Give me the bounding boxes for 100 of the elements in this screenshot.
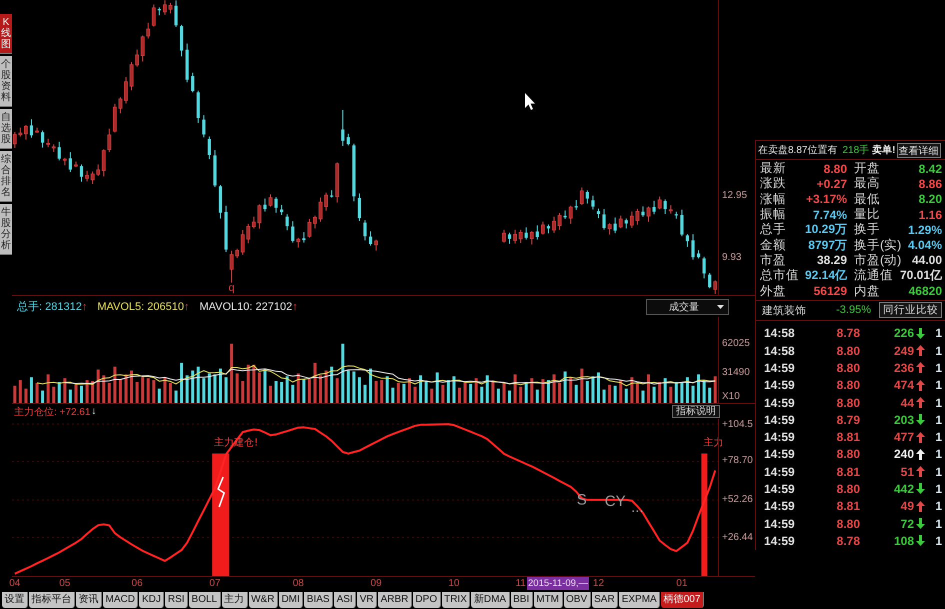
side-tab[interactable]: 个股资料 [0,56,12,107]
falling-candle [40,130,44,148]
rising-candle [313,215,317,229]
falling-candle [352,143,356,202]
indicator-reading: 主力仓位: +72.61 [14,406,90,418]
trend-arrow: ↑ [292,300,298,312]
indicator-tab[interactable]: TRIX [442,592,470,608]
indicator-tab[interactable]: 资讯 [76,592,102,608]
trend-arrow: ↑ [184,300,190,312]
price-axis-label: 9.93 [722,252,742,264]
tick-time: 14:59 [764,499,796,514]
tick-cell-text: 1 [935,482,943,496]
tick-price: 8.78 [836,534,860,548]
indicator-tab[interactable]: MACD [103,592,138,608]
indicator-tab[interactable]: W&R [248,592,278,608]
indicator-tab[interactable]: SAR [592,592,618,608]
indicator-tab[interactable]: BBI [510,592,533,608]
quote-label: 涨跌 [760,175,786,192]
x-tick-label: 09 [370,578,382,590]
indicator-tab[interactable]: BOLL [189,592,221,608]
quote-value: 8.20 [918,192,942,206]
falling-candle [68,152,72,173]
y-tick-label: +104.5 [722,419,753,431]
trend-arrow: ↓ [91,406,96,417]
falling-candle [186,43,189,83]
view-details-button[interactable]: 查看详细 [896,142,940,158]
x-tick-label: 12 [592,578,604,590]
order-notice-suffix: 卖单! [872,144,896,157]
tick-price: 8.81 [836,464,860,479]
tick-time: 14:59 [764,396,796,410]
quote-label: 量比 [854,206,880,222]
quote-value: 46820 [908,284,942,298]
side-tab[interactable]: 牛股分析 [0,204,12,255]
quote-label: 总手 [760,221,786,238]
rising-candle [335,162,340,203]
tick-time: 14:59 [764,534,796,548]
indicator-tab[interactable]: 设置 [2,592,28,608]
indicator-tab[interactable]: ARBR [378,592,412,608]
indicator-tab[interactable]: DPO [412,592,441,608]
x-tick-label: 06 [132,578,143,590]
order-volume: 218手 [842,144,870,157]
signal-label: 主力建仓! [214,437,258,448]
volume-unit-label: X10 [722,391,740,403]
indicator-tab[interactable]: RSI [165,592,188,608]
rising-candle [530,230,534,245]
x-tick-label: 05 [59,578,70,590]
indicator-tab[interactable]: KDJ [139,592,164,608]
indicator-tab[interactable]: VR [357,592,378,608]
quote-label: 最高 [854,175,880,192]
quote-value: 7.74% [812,208,847,222]
falling-candle [30,118,34,138]
rising-candle [630,211,634,228]
quote-value: 1.16 [918,208,942,222]
tick-price: 8.80 [836,516,860,531]
quote-label: 内盘 [854,282,880,300]
rising-candle [35,127,39,134]
indicator-tab[interactable]: DMI [278,592,304,608]
indicator-dropdown[interactable]: 成交量 [646,298,729,314]
indicator-help-button[interactable]: 指标说明 [672,405,720,418]
tick-time: 14:59 [764,482,796,496]
indicator-tab[interactable]: 主力 [222,592,248,608]
indicator-tab[interactable]: EXPMA [619,592,660,608]
industry-compare-button[interactable]: 同行业比较 [879,302,942,318]
quote-label: 换手 [854,221,880,238]
indicator-tab[interactable]: 新DMA [471,592,510,608]
quote-label: 市盈 [760,252,786,268]
side-tab[interactable]: 自选股 [0,109,12,149]
side-tab[interactable]: 综合排名 [0,151,12,202]
rising-candle [658,196,662,210]
quote-label: 最低 [854,190,880,208]
tick-volume: 49 [900,499,914,514]
falling-candle [624,218,628,229]
side-tab[interactable]: K线图 [0,14,12,54]
y-tick-label: +26.44 [722,532,753,544]
tick-cell-text: 1 [935,360,943,375]
falling-candle [224,205,228,253]
falling-candle [524,226,528,240]
x-tick-label: 07 [209,578,220,590]
quote-value: 70.01亿 [900,267,942,284]
indicator-tab[interactable]: MTM [534,592,563,608]
rising-candle [74,161,78,168]
tick-time: 14:59 [764,464,796,479]
tick-volume: 477 [892,430,914,444]
falling-candle [641,206,645,218]
indicator-tab[interactable]: ASI [334,592,356,608]
falling-candle [686,234,690,248]
indicator-tab[interactable]: OBV [564,592,591,608]
rising-candle [324,192,328,212]
indicator-tab[interactable]: BIAS [304,592,334,608]
indicator-tab[interactable]: 指标平台 [29,592,75,608]
indicator-tab[interactable]: 柄德007 [661,592,704,608]
rising-candle [168,2,172,14]
falling-candle [564,210,567,220]
falling-candle [218,184,222,220]
rising-candle [668,204,673,214]
caret-icon [717,304,724,308]
rising-candle [552,216,556,234]
falling-candle [368,230,372,246]
rising-candle [618,215,623,229]
falling-candle [302,232,306,244]
